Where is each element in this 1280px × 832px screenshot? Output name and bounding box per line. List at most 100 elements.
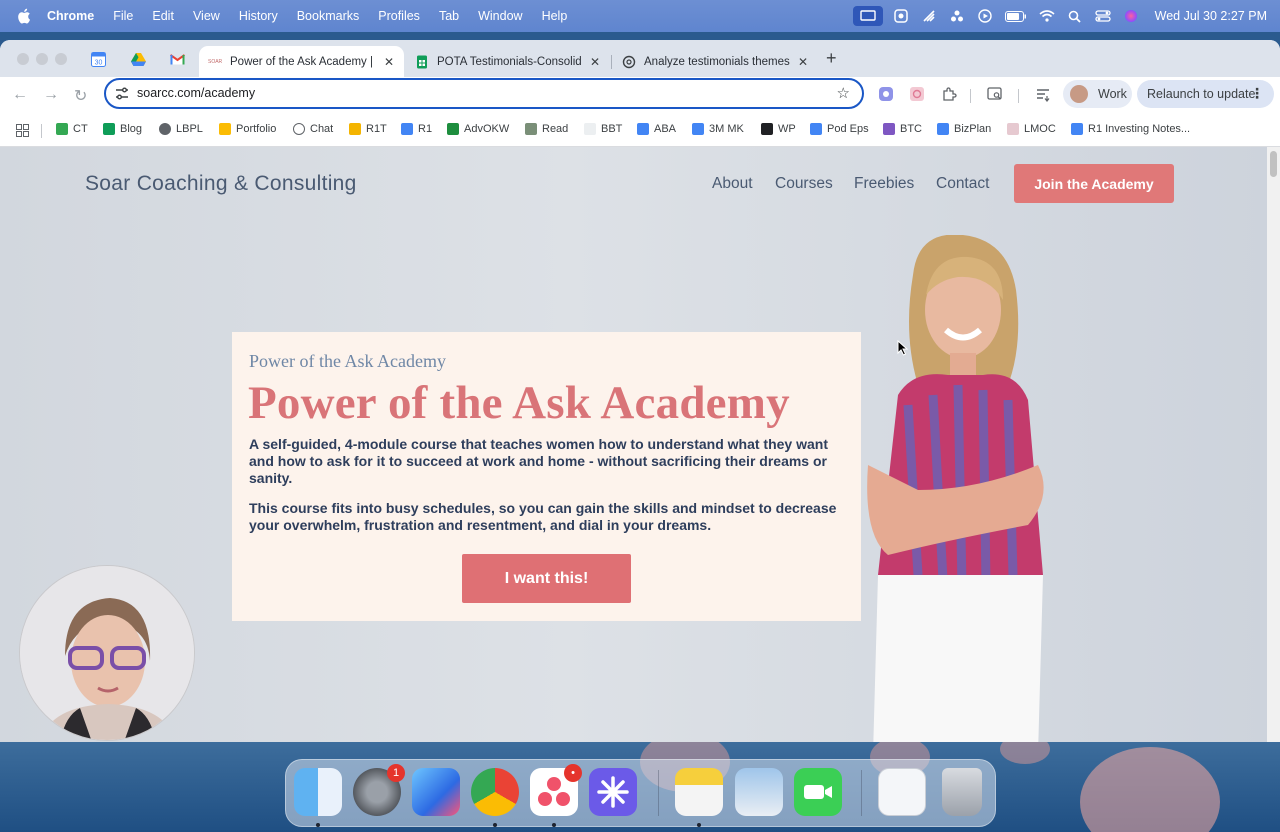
menu-help[interactable]: Help <box>542 9 568 23</box>
forward-arrow-icon[interactable]: → <box>43 86 59 104</box>
extension-menubar-icon[interactable] <box>893 9 909 23</box>
join-academy-button[interactable]: Join the Academy <box>1014 164 1174 203</box>
close-tab-icon[interactable]: ✕ <box>798 55 808 69</box>
address-bar-url: soarcc.com/academy <box>137 86 256 100</box>
back-arrow-icon[interactable]: ← <box>12 86 28 104</box>
bookmark-star-icon[interactable]: ☆ <box>837 84 850 102</box>
system-settings-icon[interactable]: 1 <box>353 764 405 816</box>
hero-photo <box>867 235 1044 742</box>
bookmark-r1t[interactable]: R1T <box>349 123 387 135</box>
screen-share-icon[interactable] <box>852 6 883 26</box>
menubar-clock[interactable]: Wed Jul 30 2:27 PM <box>1155 9 1267 23</box>
wifi-icon[interactable] <box>1039 9 1055 23</box>
bookmark-lmoc[interactable]: LMOC <box>1007 123 1056 135</box>
bookmark-lbpl[interactable]: LBPL <box>159 123 203 135</box>
nav-freebies[interactable]: Freebies <box>854 175 914 193</box>
relaunch-to-update-button[interactable]: Relaunch to update ⋮ <box>1137 80 1274 108</box>
apps-grid-icon[interactable] <box>16 124 29 137</box>
more-menu-icon[interactable]: ⋮ <box>1250 85 1264 102</box>
bookmark-blog[interactable]: Blog <box>103 123 142 135</box>
address-bar[interactable]: soarcc.com/academy ☆ <box>104 78 864 109</box>
bookmark-label: LBPL <box>176 123 203 135</box>
menu-history[interactable]: History <box>239 9 278 23</box>
bookmark-aba[interactable]: ABA <box>637 123 676 135</box>
nav-contact[interactable]: Contact <box>936 175 989 193</box>
perplexity-icon[interactable] <box>589 768 637 816</box>
chrome-icon[interactable] <box>471 768 519 816</box>
preview-icon[interactable] <box>735 768 783 816</box>
asana-icon[interactable]: • <box>530 764 582 816</box>
nav-courses[interactable]: Courses <box>775 175 833 193</box>
webcam-overlay[interactable] <box>19 565 195 741</box>
notes-icon[interactable] <box>675 768 723 816</box>
control-center-icon[interactable] <box>1095 9 1111 23</box>
menu-window[interactable]: Window <box>478 9 522 23</box>
bookmark-label: CT <box>73 123 88 135</box>
extension-screenshot-icon[interactable] <box>909 86 925 102</box>
trash-icon[interactable] <box>942 768 982 816</box>
site-settings-icon[interactable] <box>115 87 129 100</box>
close-window-button[interactable] <box>17 53 29 65</box>
close-tab-icon[interactable]: ✕ <box>384 55 394 69</box>
facetime-icon[interactable] <box>794 768 842 816</box>
profile-button[interactable]: Work <box>1063 80 1132 108</box>
pinned-tab-calendar[interactable]: 30 <box>83 48 113 70</box>
pinned-tab-gmail[interactable] <box>162 48 192 70</box>
tab-pota-testimonials[interactable]: POTA Testimonials-Consolida ✕ <box>406 46 610 77</box>
bookmark-read[interactable]: Read <box>525 123 568 135</box>
bookmark-ct[interactable]: CT <box>56 123 88 135</box>
slides-icon <box>349 123 361 135</box>
page-scrollbar[interactable] <box>1267 147 1280 742</box>
bookmark-r1-investing-notes[interactable]: R1 Investing Notes... <box>1071 123 1190 135</box>
iphone-mirroring-icon[interactable] <box>412 768 460 816</box>
close-tab-icon[interactable]: ✕ <box>590 55 600 69</box>
cluster-icon[interactable] <box>949 9 965 23</box>
bookmark-chat[interactable]: Chat <box>293 123 333 135</box>
tab-analyze-testimonials[interactable]: Analyze testimonials themes ✕ <box>613 46 818 77</box>
finder-icon[interactable] <box>294 768 342 816</box>
bookmark-btc[interactable]: BTC <box>883 123 922 135</box>
app-menu-chrome[interactable]: Chrome <box>47 9 94 23</box>
apple-icon[interactable] <box>17 8 31 24</box>
spotlight-search-icon[interactable] <box>1067 9 1083 23</box>
macos-dock: 1 • <box>285 759 996 827</box>
video-camera-icon <box>804 785 832 799</box>
bookmark-bizplan[interactable]: BizPlan <box>937 123 991 135</box>
pinned-tab-drive[interactable] <box>123 48 153 70</box>
tab-search-icon[interactable] <box>987 86 1003 102</box>
tab-power-of-the-ask[interactable]: SOAR Power of the Ask Academy | S ✕ <box>199 46 404 77</box>
menu-bookmarks[interactable]: Bookmarks <box>297 9 360 23</box>
extension-gear-icon[interactable] <box>878 86 894 102</box>
minimized-chrome-window-icon[interactable] <box>878 768 926 816</box>
bookmark-bbt[interactable]: BBT <box>584 123 622 135</box>
nav-about[interactable]: About <box>712 175 753 193</box>
bookmark-advokw[interactable]: AdvOKW <box>447 123 509 135</box>
new-tab-icon[interactable]: + <box>826 48 837 69</box>
siri-icon[interactable] <box>1123 9 1139 23</box>
site-brand-logo[interactable]: Soar Coaching & Consulting <box>85 172 357 196</box>
play-icon[interactable] <box>977 9 993 23</box>
bookmark-3m-mk[interactable]: 3M MK <box>692 123 744 135</box>
reload-icon[interactable]: ↻ <box>74 86 87 106</box>
menu-file[interactable]: File <box>113 9 133 23</box>
menu-profiles[interactable]: Profiles <box>378 9 420 23</box>
minimize-window-button[interactable] <box>36 53 48 65</box>
scrollbar-thumb[interactable] <box>1270 151 1277 177</box>
medium-icon <box>761 123 773 135</box>
bookmark-wp[interactable]: WP <box>761 123 796 135</box>
battery-icon[interactable] <box>1004 9 1027 23</box>
menu-tab[interactable]: Tab <box>439 9 459 23</box>
reading-list-icon[interactable] <box>1035 86 1051 102</box>
page-icon <box>1007 123 1019 135</box>
zoom-window-button[interactable] <box>55 53 67 65</box>
menu-edit[interactable]: Edit <box>152 9 174 23</box>
i-want-this-button[interactable]: I want this! <box>462 554 631 603</box>
extensions-puzzle-icon[interactable] <box>941 86 957 102</box>
bookmark-r1[interactable]: R1 <box>401 123 432 135</box>
bookmark-portfolio[interactable]: Portfolio <box>219 123 276 135</box>
menu-view[interactable]: View <box>193 9 220 23</box>
bookmark-label: AdvOKW <box>464 123 510 135</box>
google-docs-icon <box>810 123 822 135</box>
bookmark-pod-eps[interactable]: Pod Eps <box>810 123 869 135</box>
airdrop-icon[interactable] <box>921 9 937 23</box>
